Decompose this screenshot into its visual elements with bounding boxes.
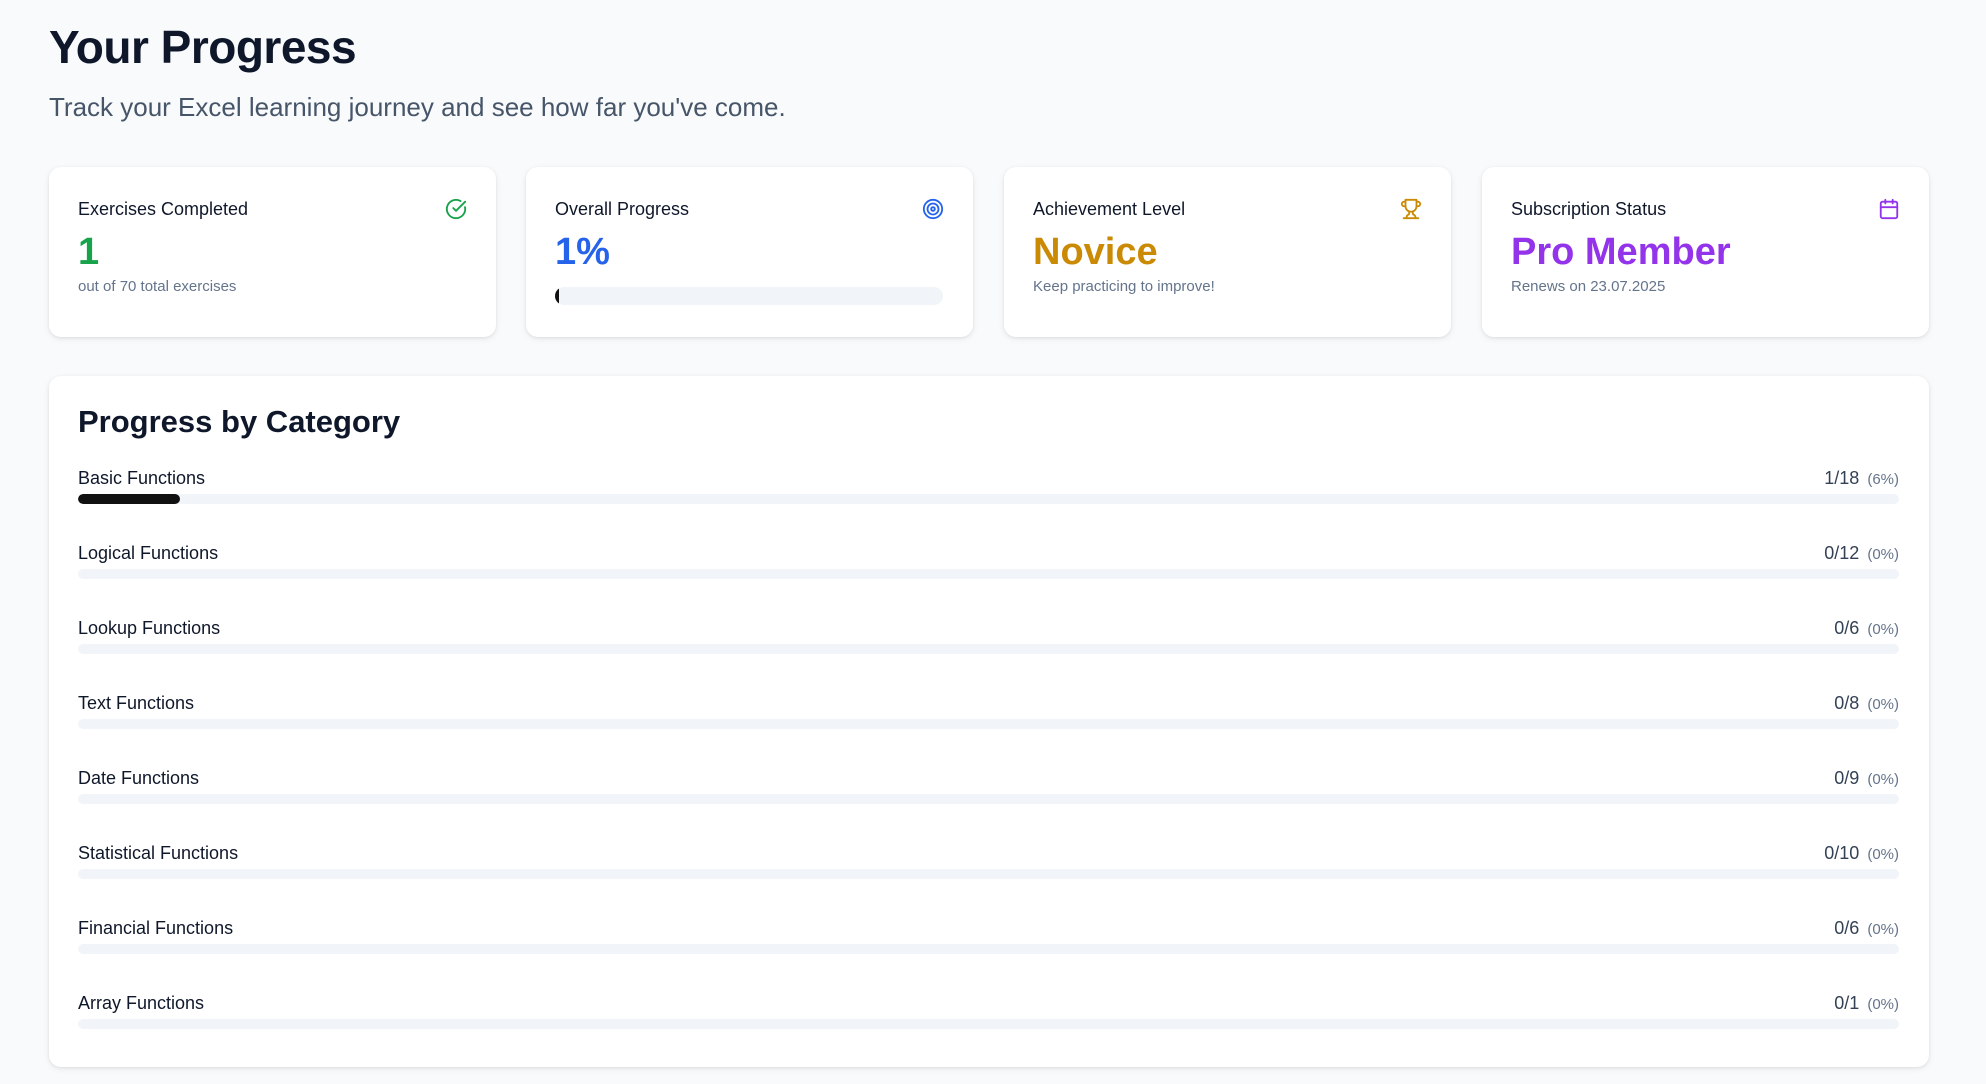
category-row: Financial Functions 0/6 (0%) [78,918,1899,993]
overall-progress-card: Overall Progress 1% [526,167,973,337]
category-progress-bar [78,569,1899,579]
category-count: 0/6 [1834,618,1860,638]
subscription-status-card: Subscription Status Pro Member Renews on… [1482,167,1929,337]
section-title: Progress by Category [78,404,401,439]
target-icon [922,198,944,220]
category-stats: 0/10 (0%) [1824,843,1899,864]
exercises-completed-value: 1 [78,231,100,273]
category-name: Statistical Functions [78,843,239,863]
category-progress-bar [78,719,1899,729]
category-name: Text Functions [78,693,195,713]
exercises-completed-subtext: out of 70 total exercises [78,278,237,295]
overall-progress-fill [555,287,559,305]
category-percent: (0%) [1867,546,1899,563]
category-progress-bar [78,869,1899,879]
progress-by-category-panel: Progress by Category Basic Functions 1/1… [49,376,1929,1067]
category-progress-bar [78,944,1899,954]
category-row: Lookup Functions 0/6 (0%) [78,618,1899,693]
category-list: Basic Functions 1/18 (6%) Logical Functio… [78,468,1899,1068]
category-percent: (0%) [1867,996,1899,1013]
category-stats: 0/1 (0%) [1834,993,1899,1014]
category-row: Statistical Functions 0/10 (0%) [78,843,1899,918]
overall-progress-bar [555,287,943,305]
category-count: 0/6 [1834,918,1860,938]
category-name: Financial Functions [78,918,234,938]
category-stats: 1/18 (6%) [1824,468,1899,489]
category-name: Lookup Functions [78,618,221,638]
category-stats: 0/6 (0%) [1834,918,1899,939]
category-name: Logical Functions [78,543,219,563]
page-subtitle: Track your Excel learning journey and se… [49,92,786,122]
overall-progress-value: 1% [555,231,610,273]
stats-cards: Exercises Completed 1 out of 70 total ex… [49,167,1929,337]
category-count: 0/8 [1834,693,1860,713]
card-title: Achievement Level [1033,199,1186,219]
category-name: Basic Functions [78,468,206,488]
category-percent: (0%) [1867,771,1899,788]
category-count: 0/12 [1824,543,1860,563]
category-percent: (0%) [1867,621,1899,638]
exercises-completed-card: Exercises Completed 1 out of 70 total ex… [49,167,496,337]
achievement-level-subtext: Keep practicing to improve! [1033,278,1215,295]
category-name: Array Functions [78,993,205,1013]
category-progress-bar [78,794,1899,804]
category-count: 1/18 [1824,468,1860,488]
trophy-icon [1400,198,1422,220]
category-progress-bar [78,1019,1899,1029]
category-progress-fill [78,494,180,504]
category-percent: (0%) [1867,921,1899,938]
card-title: Overall Progress [555,199,690,219]
category-row: Basic Functions 1/18 (6%) [78,468,1899,543]
achievement-level-value: Novice [1033,231,1158,273]
category-name: Date Functions [78,768,200,788]
category-percent: (0%) [1867,696,1899,713]
category-stats: 0/9 (0%) [1834,768,1899,789]
page-title: Your Progress [49,21,357,73]
category-stats: 0/6 (0%) [1834,618,1899,639]
subscription-status-value: Pro Member [1511,231,1731,273]
card-title: Exercises Completed [78,199,249,219]
category-progress-bar [78,494,1899,504]
category-count: 0/1 [1834,993,1860,1013]
category-stats: 0/8 (0%) [1834,693,1899,714]
category-row: Date Functions 0/9 (0%) [78,768,1899,843]
subscription-renewal-subtext: Renews on 23.07.2025 [1511,278,1666,295]
calendar-icon [1879,198,1899,220]
category-progress-bar [78,644,1899,654]
category-count: 0/9 [1834,768,1860,788]
check-circle-icon [445,198,467,220]
category-row: Array Functions 0/1 (0%) [78,993,1899,1068]
category-row: Logical Functions 0/12 (0%) [78,543,1899,618]
card-title: Subscription Status [1511,199,1667,219]
category-percent: (0%) [1867,846,1899,863]
category-stats: 0/12 (0%) [1824,543,1899,564]
category-row: Text Functions 0/8 (0%) [78,693,1899,768]
category-percent: (6%) [1867,471,1899,488]
achievement-level-card: Achievement Level Novice Keep practicing… [1004,167,1451,337]
category-count: 0/10 [1824,843,1860,863]
